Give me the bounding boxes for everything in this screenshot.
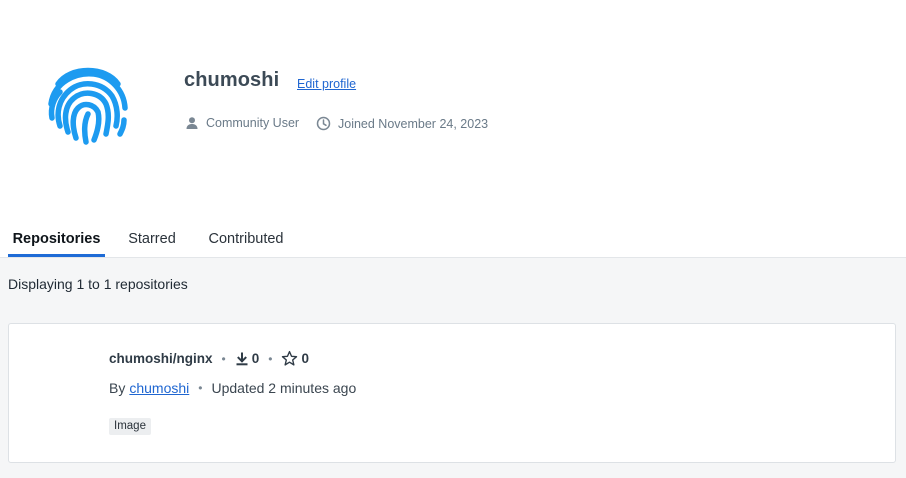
separator-dot: •: [221, 351, 226, 366]
profile-joined-text: Joined November 24, 2023: [338, 116, 489, 131]
repository-card[interactable]: chumoshi/nginx • 0 • 0 By chumoshi • Upd: [8, 323, 896, 463]
profile-role-text: Community User: [206, 116, 300, 130]
updated-time: Updated 2 minutes ago: [211, 380, 357, 396]
separator-dot: •: [268, 351, 273, 366]
profile-header: chumoshi Edit profile Community User Joi…: [0, 0, 906, 258]
repositories-panel: Displaying 1 to 1 repositories chumoshi/…: [0, 257, 906, 478]
download-count: 0: [235, 351, 260, 366]
profile-role: Community User: [185, 116, 299, 130]
fingerprint-icon: [46, 62, 130, 146]
download-icon: [236, 352, 248, 365]
star-icon: [282, 350, 298, 366]
tab-starred[interactable]: Starred: [121, 222, 183, 258]
user-icon: [186, 117, 198, 129]
profile-joined: Joined November 24, 2023: [316, 116, 488, 131]
author-link[interactable]: chumoshi: [129, 380, 189, 396]
by-prefix: By: [109, 380, 126, 396]
repository-byline: By chumoshi • Updated 2 minutes ago: [109, 380, 356, 396]
repository-name[interactable]: chumoshi/nginx: [109, 351, 213, 366]
profile-username: chumoshi: [184, 69, 280, 91]
tab-repositories[interactable]: Repositories: [8, 222, 105, 258]
repository-title-row: chumoshi/nginx • 0 • 0: [109, 350, 309, 367]
profile-tabs: Repositories Starred Contributed: [0, 222, 906, 258]
edit-profile-link[interactable]: Edit profile: [297, 77, 356, 91]
star-count-value: 0: [301, 351, 309, 366]
clock-icon: [316, 116, 331, 131]
separator-dot: •: [198, 381, 203, 395]
tab-contributed[interactable]: Contributed: [200, 222, 292, 258]
repository-type-badge: Image: [109, 418, 151, 435]
star-count: 0: [281, 350, 309, 367]
results-summary: Displaying 1 to 1 repositories: [8, 276, 188, 292]
download-count-value: 0: [251, 351, 260, 366]
